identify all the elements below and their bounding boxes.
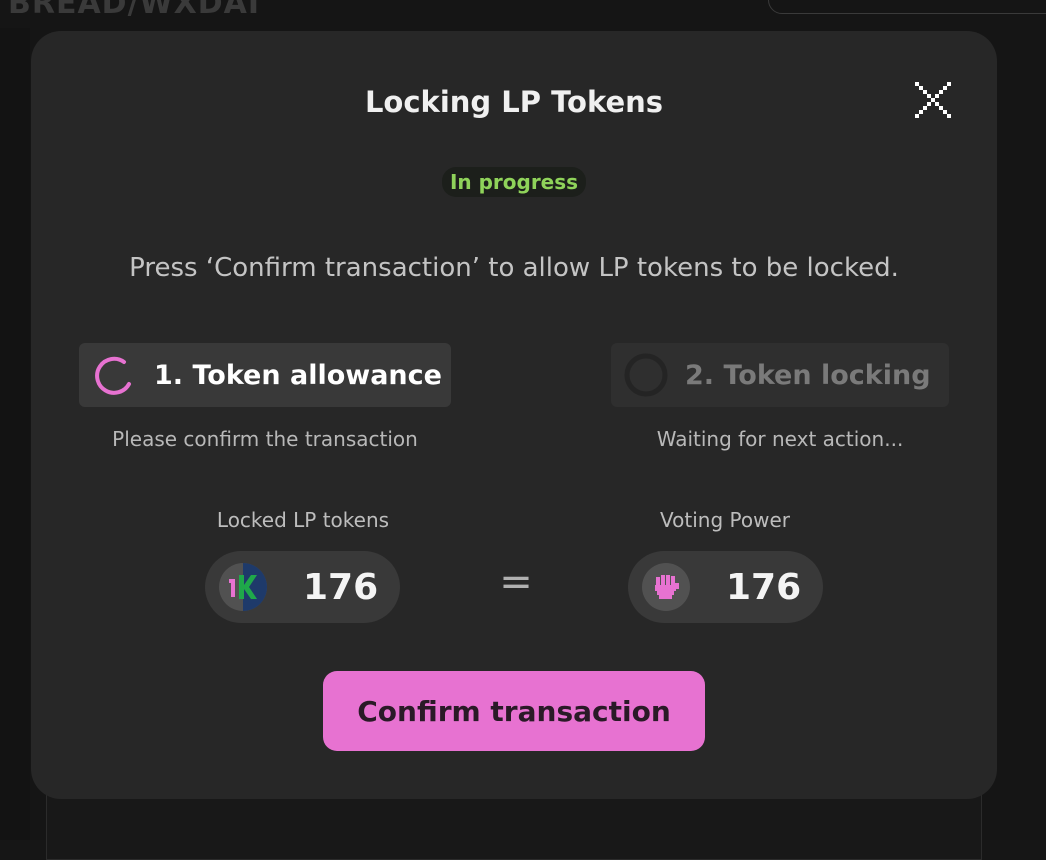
- spinner-icon: [91, 352, 137, 398]
- close-icon: [914, 81, 952, 119]
- fist-icon: [642, 563, 690, 611]
- step-label: 1. Token allowance: [154, 360, 442, 391]
- confirm-transaction-button[interactable]: Confirm transaction: [323, 671, 705, 751]
- modal-title: Locking LP Tokens: [31, 85, 997, 119]
- background-title: BREAD/WXDAI: [8, 0, 260, 21]
- locking-modal: Locking LP Tokens In progress Press ‘Con…: [31, 31, 997, 799]
- voting-power-pill: 176: [628, 551, 823, 623]
- lp-token-icon: [219, 563, 267, 611]
- close-button[interactable]: [914, 81, 952, 119]
- locked-lp-value: 176: [303, 567, 378, 608]
- step-token-locking: 2. Token locking: [611, 343, 949, 407]
- step-label: 2. Token locking: [685, 360, 931, 391]
- locked-lp-pill: 176: [205, 551, 400, 623]
- voting-power-label: Voting Power: [575, 508, 875, 532]
- pending-circle-icon: [623, 352, 669, 398]
- locked-lp-label: Locked LP tokens: [153, 508, 453, 532]
- background-strip: [0, 28, 30, 840]
- background-pill: [768, 0, 1046, 14]
- step-token-allowance: 1. Token allowance: [79, 343, 451, 407]
- step-status-text: Waiting for next action...: [580, 427, 980, 451]
- instruction-text: Press ‘Confirm transaction’ to allow LP …: [31, 253, 997, 283]
- status-badge: In progress: [442, 167, 586, 197]
- step-status-text: Please confirm the transaction: [65, 427, 465, 451]
- equals-sign: =: [491, 559, 541, 605]
- voting-power-value: 176: [726, 567, 801, 608]
